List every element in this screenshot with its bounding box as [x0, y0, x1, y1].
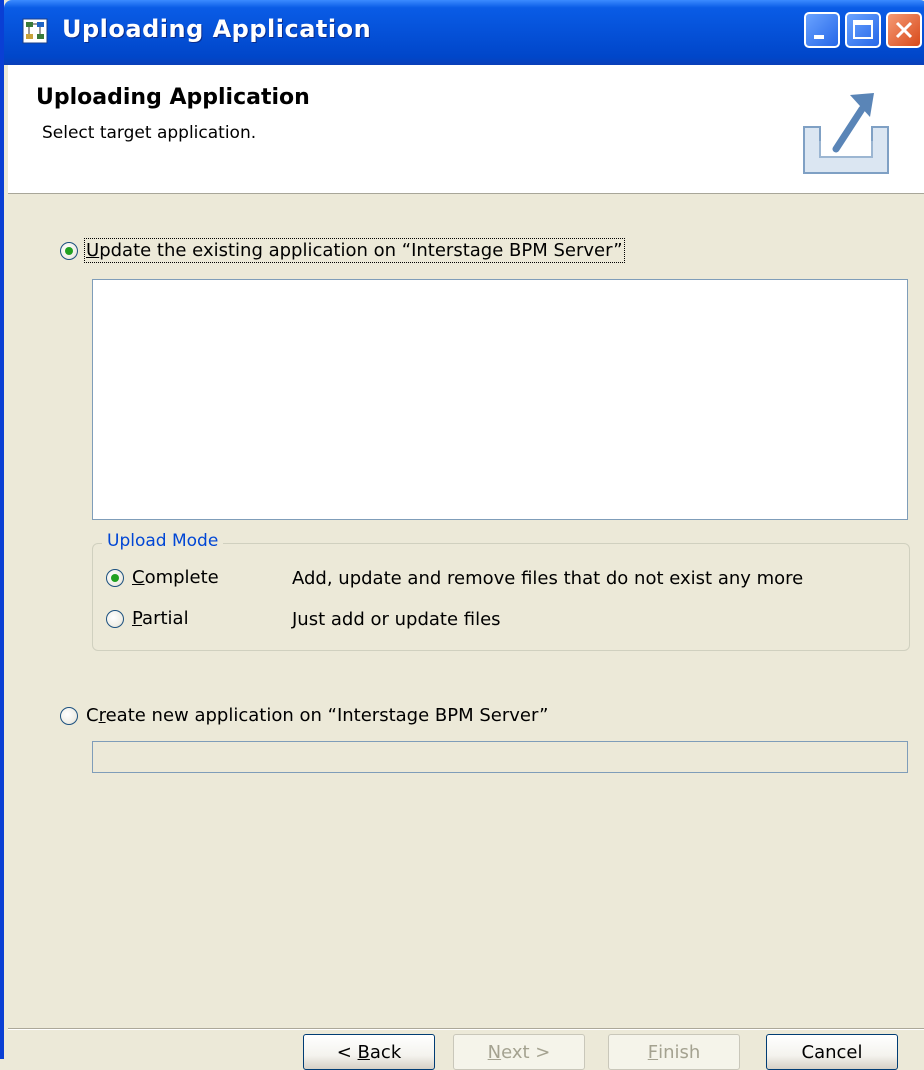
- window-title: Uploading Application: [62, 15, 372, 43]
- partial-radio-button[interactable]: [106, 609, 124, 628]
- back-button[interactable]: < Back: [303, 1034, 435, 1070]
- upload-mode-partial-radio[interactable]: Partial: [106, 608, 189, 629]
- upload-arrow-icon: [798, 87, 898, 177]
- close-icon: [895, 21, 913, 39]
- create-new-radio-button[interactable]: [60, 706, 78, 725]
- complete-radio-button[interactable]: [106, 568, 124, 587]
- close-button[interactable]: [886, 12, 922, 48]
- dialog-window: Uploading Application Uploading Applicat…: [0, 0, 924, 1070]
- update-existing-radio[interactable]: Update the existing application on “Inte…: [60, 238, 625, 263]
- next-button[interactable]: Next >: [453, 1034, 585, 1070]
- complete-description: Add, update and remove files that do not…: [292, 568, 804, 589]
- create-new-label: Create new application on “Interstage BP…: [86, 705, 549, 726]
- upload-mode-group: [92, 543, 910, 651]
- complete-label: Complete: [132, 567, 219, 588]
- new-application-name-field[interactable]: [92, 741, 908, 773]
- page-description: Select target application.: [42, 123, 257, 143]
- minimize-button[interactable]: [804, 12, 840, 48]
- upload-mode-legend: Upload Mode: [102, 531, 224, 551]
- maximize-button[interactable]: [845, 12, 881, 48]
- button-separator: [8, 1028, 924, 1030]
- partial-label: Partial: [132, 608, 189, 629]
- update-existing-radio-button[interactable]: [60, 241, 78, 260]
- app-icon: [22, 18, 48, 44]
- maximize-icon: [853, 20, 873, 39]
- partial-description: Just add or update files: [292, 609, 501, 630]
- minimize-icon: [814, 35, 824, 39]
- create-new-radio[interactable]: Create new application on “Interstage BP…: [60, 705, 548, 726]
- existing-application-list[interactable]: [92, 279, 908, 520]
- update-existing-label: Update the existing application on “Inte…: [84, 238, 625, 263]
- title-bar[interactable]: Uploading Application: [4, 0, 924, 65]
- cancel-button[interactable]: Cancel: [766, 1034, 898, 1070]
- finish-button[interactable]: Finish: [608, 1034, 740, 1070]
- page-title: Uploading Application: [36, 85, 310, 110]
- upload-mode-complete-radio[interactable]: Complete: [106, 567, 219, 588]
- wizard-banner: Uploading Application Select target appl…: [8, 65, 924, 194]
